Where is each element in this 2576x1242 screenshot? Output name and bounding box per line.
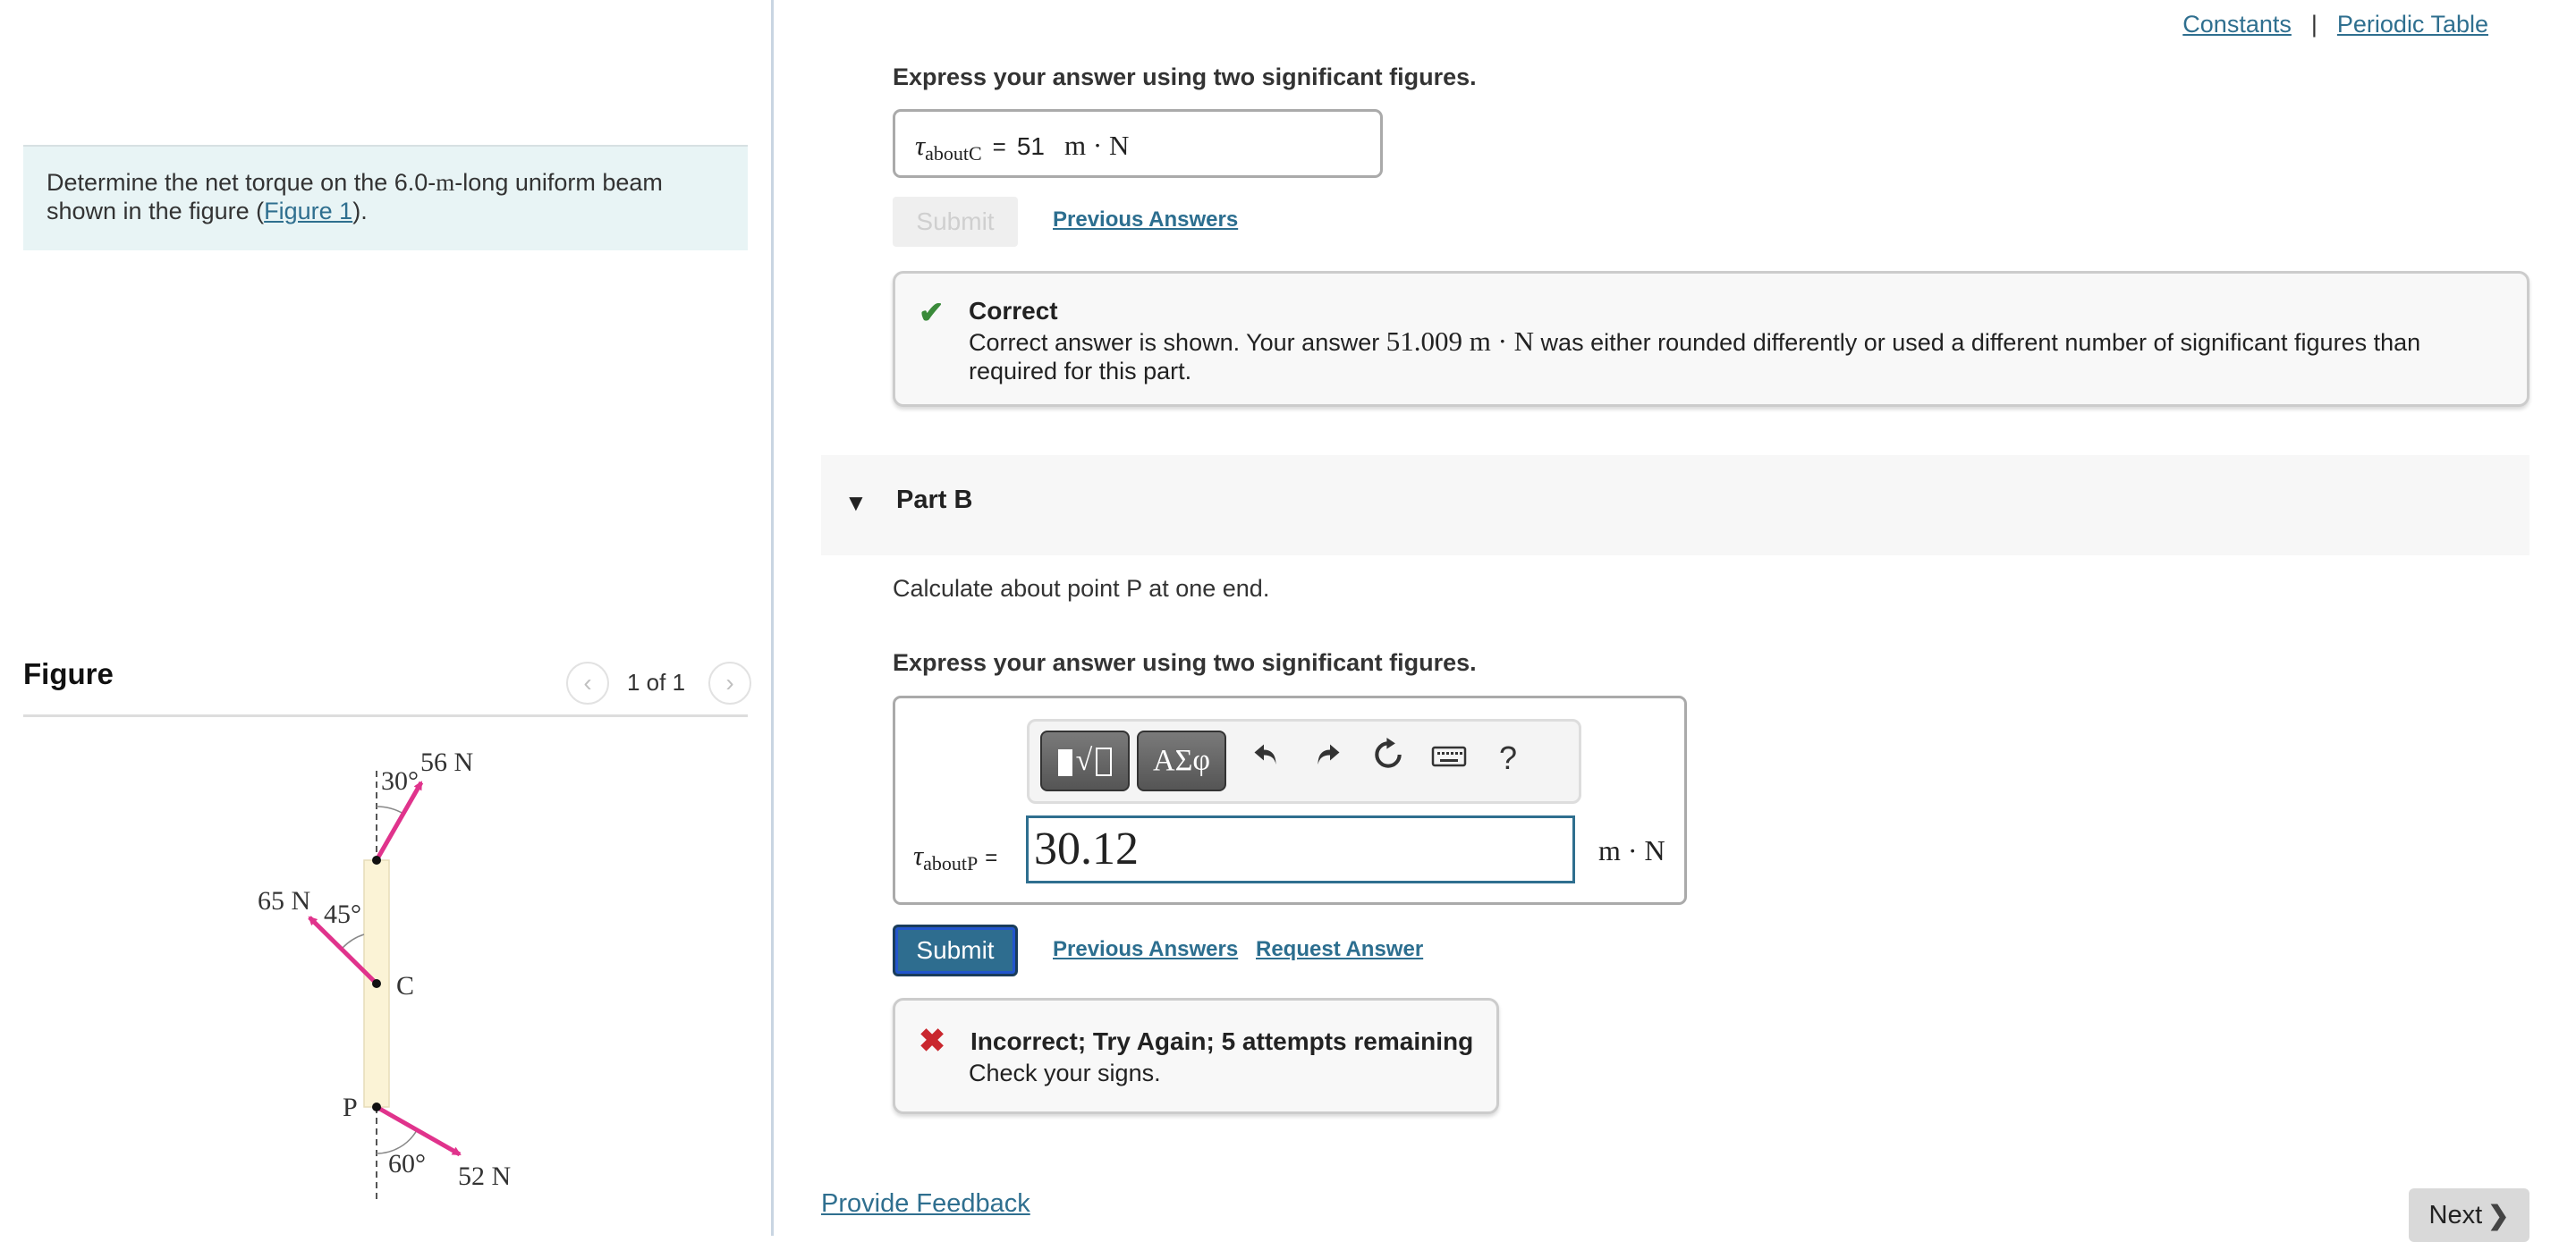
collapse-triangle-icon[interactable]: ▼ [844,489,868,517]
part-a-instruction: Express your answer using two significan… [893,63,1477,90]
periodic-table-link[interactable]: Periodic Table [2337,11,2488,38]
tau-symbol: τaboutC [915,130,982,165]
provide-feedback-link[interactable]: Provide Feedback [821,1189,1030,1219]
equals-sign: = [985,846,998,870]
feedback-body: Check your signs. [969,1060,1161,1086]
point-label-p: P [343,1093,358,1122]
part-a-previous-answers-link[interactable]: Previous Answers [1053,207,1238,232]
part-a-value: 51 [1016,132,1046,160]
part-b-label: τaboutP = [913,840,997,875]
part-b-previous-answers-link[interactable]: Previous Answers [1053,937,1238,962]
part-b-answer-box: √ ΑΣφ ? τaboutP = 30.12 m · N [893,696,1687,905]
greek-symbols-button[interactable]: ΑΣφ [1137,731,1226,791]
part-b-feedback: ✖ Incorrect; Try Again; 5 attempts remai… [893,998,1499,1114]
angle-label-45: 45° [324,900,361,929]
part-a-submit-button[interactable]: Submit [893,197,1018,247]
keyboard-icon[interactable] [1427,738,1471,778]
point-p [372,1103,381,1111]
feedback-title: Correct [969,297,1058,325]
point-label-c: C [396,971,414,1001]
request-answer-link[interactable]: Request Answer [1256,937,1423,962]
undo-icon[interactable] [1244,738,1289,779]
chevron-right-icon: ❯ [2487,1201,2510,1230]
feedback-text: Correct answer is shown. Your answer [969,329,1386,356]
tau: τ [913,840,924,871]
checkmark-icon: ✔ [919,296,945,330]
point-top [372,856,381,865]
part-b-answer-input[interactable]: 30.12 [1026,815,1575,883]
angle-label-60: 60° [388,1149,426,1179]
math-toolbar: √ ΑΣφ ? [1027,719,1581,804]
force-label-65n: 65 N [258,886,310,916]
part-b-submit-button[interactable]: Submit [893,925,1018,976]
tau-subscript: aboutP [923,852,979,874]
part-a-answer: τaboutC = 51 m · N [915,130,1129,165]
angle-label-30: 30° [381,766,419,796]
part-b-prompt: Calculate about point P at one end. [893,575,1270,602]
beam-diagram: 56 N 30° 65 N 45° C P 60° 52 N [258,748,511,1200]
reset-icon[interactable] [1366,738,1411,781]
redo-icon[interactable] [1305,738,1350,779]
x-mark-icon: ✖ [919,1022,946,1059]
templates-button[interactable]: √ [1040,731,1130,791]
templates-icon: √ [1057,746,1113,776]
angle-arc-30 [376,806,404,815]
force-arrow-52n [375,1104,462,1157]
submitted-answer: 51.009 m · N [1385,325,1535,357]
part-a-unit: m · N [1064,130,1130,161]
part-a-answer-box: τaboutC = 51 m · N [893,109,1383,178]
top-links: Constants | Periodic Table [2182,11,2488,38]
force-label-52n: 52 N [458,1162,511,1191]
force-label-56n: 56 N [420,748,473,777]
tau: τ [915,130,926,161]
help-icon[interactable]: ? [1486,739,1530,777]
part-a-feedback: ✔ Correct Correct answer is shown. Your … [893,271,2529,407]
panel-divider[interactable] [771,0,774,1236]
tau-subscript: aboutC [925,142,982,165]
tau-symbol: τaboutP [913,840,978,875]
part-b-title: Part B [896,486,973,514]
part-b-header[interactable]: ▼ Part B [821,455,2529,555]
point-c [372,979,381,988]
part-b-instruction: Express your answer using two significan… [893,649,1477,676]
equals-sign: = [992,133,1006,160]
next-button[interactable]: Next ❯ [2409,1188,2529,1242]
next-label: Next [2428,1200,2483,1229]
feedback-title: Incorrect; Try Again; 5 attempts remaini… [970,1027,1474,1055]
link-separator: | [2310,11,2318,38]
part-b-unit: m · N [1598,834,1665,866]
constants-link[interactable]: Constants [2182,11,2292,38]
feedback-body: Correct answer is shown. Your answer 51.… [969,327,2507,385]
angle-arc-45 [342,934,365,949]
